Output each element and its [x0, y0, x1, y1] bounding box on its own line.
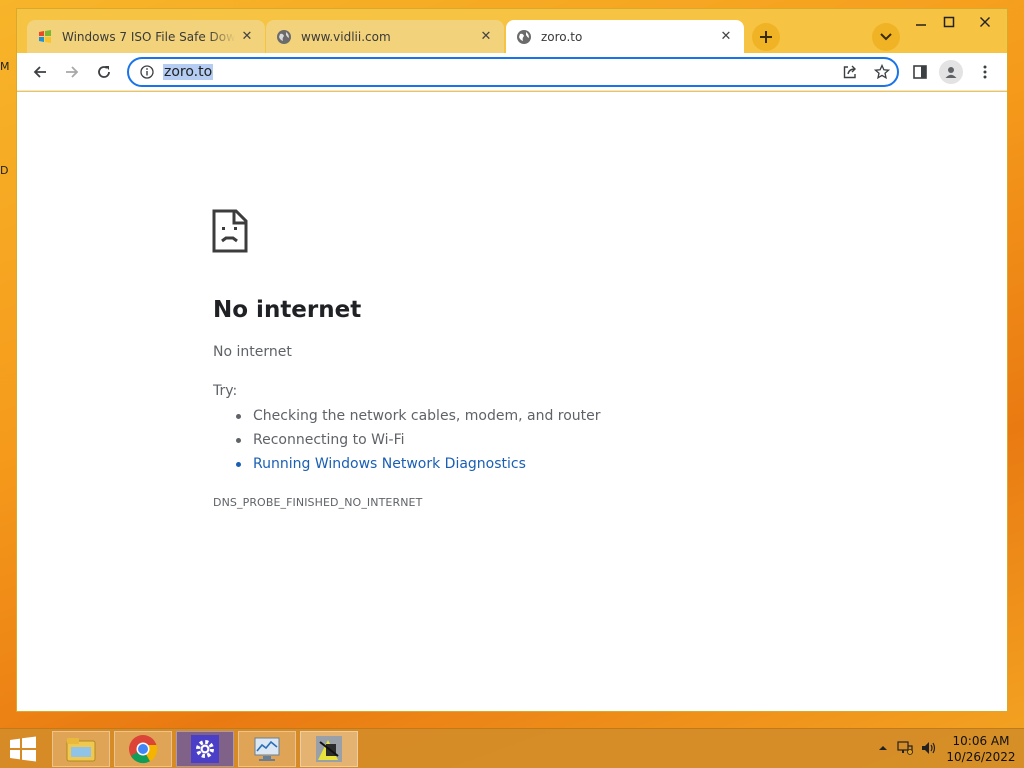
browser-toolbar: zoro.to — [17, 53, 1007, 91]
error-subtitle: No internet — [213, 344, 292, 360]
close-icon — [980, 17, 990, 27]
suggestion-item: Reconnecting to Wi-Fi — [231, 430, 601, 454]
menu-button[interactable] — [970, 57, 1000, 87]
desktop-edge-label: M — [0, 60, 10, 73]
file-explorer-button[interactable] — [52, 731, 110, 767]
maximize-button[interactable] — [931, 11, 967, 33]
try-label: Try: — [213, 383, 238, 399]
bookmark-star-icon[interactable] — [871, 63, 893, 81]
windows-logo-icon — [10, 736, 36, 762]
new-tab-button[interactable] — [752, 23, 780, 51]
sad-document-icon — [212, 209, 248, 258]
desktop-edge-label: D — [0, 164, 9, 177]
tab-strip: Windows 7 ISO File Safe Downlo... ✕ www.… — [17, 9, 1007, 53]
settings-gear-icon — [191, 735, 219, 763]
tab-title: zoro.to — [541, 29, 583, 44]
address-bar[interactable]: zoro.to — [127, 57, 899, 87]
browser-window: Windows 7 ISO File Safe Downlo... ✕ www.… — [16, 8, 1008, 712]
side-panel-button[interactable] — [905, 57, 935, 87]
clock-date: 10/26/2022 — [946, 750, 1016, 764]
network-monitor-button[interactable] — [238, 731, 296, 767]
tab-close-icon[interactable]: ✕ — [239, 29, 255, 45]
arrow-left-icon — [33, 66, 46, 78]
windows-favicon-icon — [37, 29, 53, 45]
network-monitor-icon — [254, 737, 280, 761]
side-panel-icon — [913, 65, 927, 79]
show-hidden-icons-button[interactable] — [874, 737, 892, 759]
chevron-down-icon — [880, 33, 892, 41]
settings-app-button[interactable] — [176, 731, 234, 767]
error-title: No internet — [213, 297, 362, 323]
chevron-up-icon — [879, 746, 887, 750]
minimize-icon — [916, 24, 926, 26]
page-content: No internet No internet Try: Checking th… — [17, 92, 1007, 711]
url-text[interactable]: zoro.to — [163, 64, 214, 80]
info-icon[interactable] — [139, 64, 155, 80]
chrome-icon — [129, 735, 158, 764]
tab-title: www.vidlii.com — [301, 29, 391, 44]
forward-button[interactable] — [57, 57, 87, 87]
tab-close-icon[interactable]: ✕ — [478, 29, 494, 45]
globe-icon — [516, 29, 532, 45]
suggestion-item: Checking the network cables, modem, and … — [231, 406, 601, 430]
start-button[interactable] — [6, 733, 40, 765]
close-window-button[interactable] — [967, 11, 1003, 33]
maximize-icon — [943, 16, 955, 28]
url-selection: zoro.to — [163, 64, 214, 80]
tab-title: Windows 7 ISO File Safe Downlo... — [62, 29, 235, 44]
app-icon — [316, 736, 342, 762]
tab-vidlii[interactable]: www.vidlii.com ✕ — [266, 20, 504, 53]
tab-windows-iso[interactable]: Windows 7 ISO File Safe Downlo... ✕ — [27, 20, 265, 53]
tab-search-button[interactable] — [872, 23, 900, 51]
chrome-button[interactable] — [114, 731, 172, 767]
app-button[interactable] — [300, 731, 358, 767]
plus-icon — [760, 31, 772, 43]
share-icon[interactable] — [839, 63, 861, 81]
reload-icon — [98, 66, 110, 78]
taskbar-clock[interactable]: 10:06 AM 10/26/2022 — [944, 733, 1018, 765]
globe-icon — [276, 29, 292, 45]
file-explorer-icon — [66, 738, 96, 762]
error-code: DNS_PROBE_FINISHED_NO_INTERNET — [213, 496, 423, 509]
clock-time: 10:06 AM — [952, 734, 1010, 748]
volume-tray-icon[interactable] — [920, 737, 938, 759]
profile-avatar-icon[interactable] — [939, 60, 963, 84]
tab-zoro[interactable]: zoro.to ✕ — [506, 20, 744, 53]
tab-close-icon[interactable]: ✕ — [718, 29, 734, 45]
suggestions-list: Checking the network cables, modem, and … — [231, 406, 601, 478]
taskbar: 10:06 AM 10/26/2022 — [0, 728, 1024, 768]
back-button[interactable] — [25, 57, 55, 87]
reload-button[interactable] — [89, 57, 119, 87]
kebab-menu-icon — [983, 65, 987, 79]
network-diagnostics-link[interactable]: Running Windows Network Diagnostics — [231, 454, 601, 478]
arrow-right-icon — [66, 66, 79, 78]
network-tray-icon[interactable] — [896, 737, 914, 759]
